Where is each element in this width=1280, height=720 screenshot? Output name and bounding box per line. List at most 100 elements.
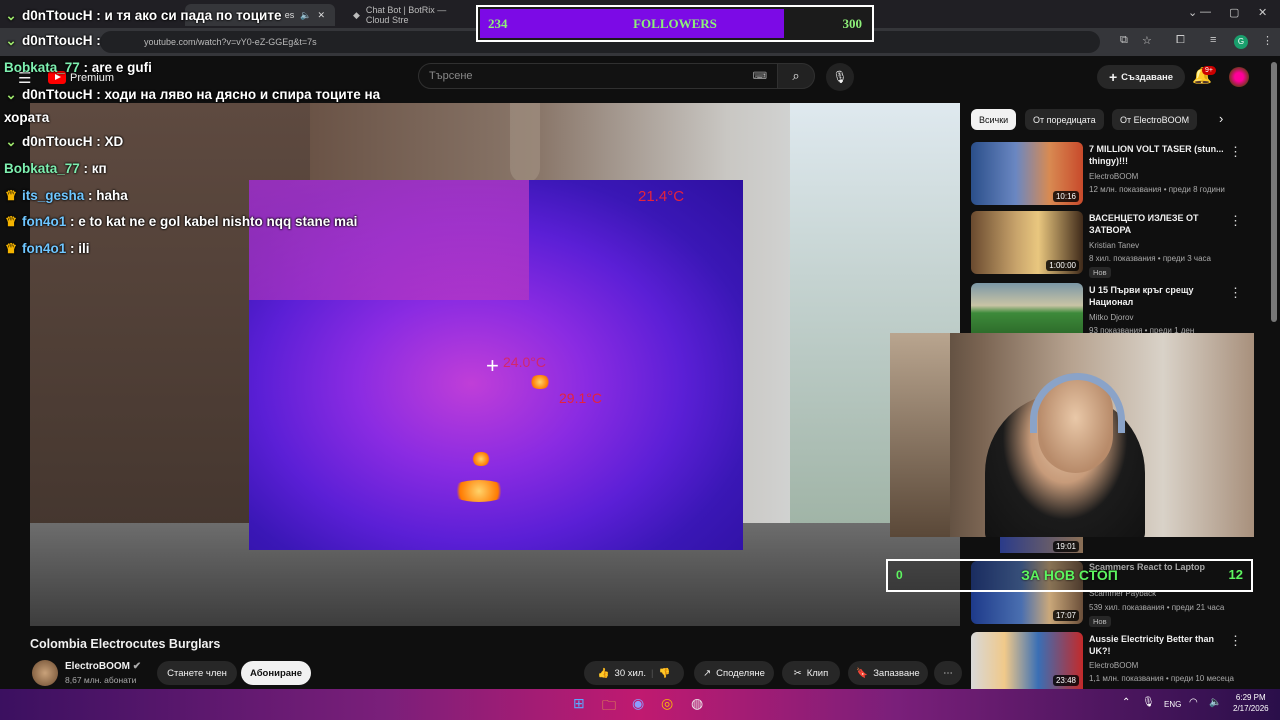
browser-tab-botrix[interactable]: ◆ Chat Bot | BotRix — Cloud Stre [343,4,478,26]
chip-channel[interactable]: От ElectroBOOM [1112,109,1198,130]
bookmark-star-icon[interactable]: ☆ [1142,34,1152,47]
volume-icon[interactable]: 🔈 [1209,697,1221,708]
rec-title-5[interactable]: Aussie Electricity Better than UK?! [1089,633,1224,657]
rec-title-1[interactable]: 7 MILLION VOLT TASER (stun... thingy)!!! [1089,143,1224,167]
chevron-badge-icon: ⌄ [5,87,17,102]
discord-icon[interactable]: ◉ [632,695,644,712]
chip-all[interactable]: Всички [971,109,1017,130]
clip-label: Клип [806,667,829,679]
minimize-button[interactable]: — [1200,6,1211,18]
save-button[interactable]: 🔖 Запазване [848,661,928,685]
subscribe-button[interactable]: Абониране [241,661,311,685]
rec-menu-icon[interactable]: ⋮ [1229,213,1242,229]
rec-channel-3[interactable]: Mitko Djorov [1089,313,1133,322]
chat-separator: : [66,241,79,256]
rec-channel-5[interactable]: ElectroBOOM [1089,661,1138,670]
language-indicator[interactable]: ENG [1164,700,1181,709]
rec-menu-icon[interactable]: ⋮ [1229,285,1242,301]
chrome-icon[interactable]: ◎ [661,695,673,712]
cast-icon[interactable]: ⧉ [1120,34,1128,47]
create-button[interactable]: + Създаване [1097,65,1185,89]
chat-separator: : [92,8,105,23]
profile-icon[interactable]: G [1234,35,1248,49]
thermal-camera-view: 21.4°C 24.0°C 29.1°C + [249,180,743,550]
verified-icon: ✔ [132,661,142,672]
chevron-right-icon[interactable]: › [1219,111,1223,126]
share-icon: ↗ [703,667,712,679]
share-button[interactable]: ↗ Споделяне [694,661,774,685]
file-explorer-icon[interactable]: 🗀 [602,695,616,719]
chat-username: fon4o1 [22,214,67,229]
like-button[interactable]: 👍 30 хил. | 👎 [584,661,684,685]
taskbar-clock[interactable]: 6:29 PM 2/17/2026 [1233,692,1269,714]
tab-title: es [284,10,295,20]
extensions-icon[interactable]: ⧠ [1176,34,1185,47]
chat-text: кп [91,161,107,176]
search-placeholder: Търсене [429,70,473,82]
search-input[interactable]: Търсене ⌨ [418,63,778,89]
maximize-button[interactable]: ▢ [1229,6,1239,19]
chat-message: ⌄ d0nTtoucH : ходи на ляво на дясно и спи… [4,87,380,103]
tray-mic-icon[interactable]: 🎙 [1142,697,1155,708]
clock-date: 2/17/2026 [1233,704,1269,713]
tab-mute-icon[interactable]: 🔈 [300,10,311,21]
rec-title-3[interactable]: U 15 Първи кръг срещу Национал [1089,284,1224,308]
stop-goal-target: 12 [1228,567,1243,582]
streamer-webcam [890,333,1254,537]
followers-label: FOLLOWERS [633,16,717,31]
chat-message: хората [4,110,49,125]
rec-channel-2[interactable]: Kristian Tanev [1089,241,1139,250]
rec-thumbnail-hidden[interactable]: 19:01 [1000,537,1083,553]
rec-title-2[interactable]: ВАСЕНЦЕТО ИЗЛЕЗЕ ОТ ЗАТВОРА [1089,212,1224,236]
rec-thumbnail-2[interactable]: 1:00:00 [971,211,1083,274]
channel-avatar[interactable] [32,660,58,686]
chat-message: ⌄ d0nTtoucH : XD [4,134,123,150]
rec-thumbnail-5[interactable]: 23:48 [971,632,1083,689]
wifi-icon[interactable]: ◠ [1189,697,1198,708]
clip-button[interactable]: ✂ Клип [782,661,840,685]
rec-meta-2: 8 хил. показвания • преди 3 часа [1089,254,1211,263]
thermal-warm-zone [249,180,529,300]
chevron-down-icon[interactable]: ⌄ [1188,6,1197,19]
media-icon[interactable]: ≡ [1210,34,1216,46]
close-button[interactable]: ✕ [1258,6,1267,19]
chat-username: fon4o1 [22,241,67,256]
thermal-reading-1: 21.4°C [638,188,685,205]
tab-close-icon[interactable]: ✕ [317,10,325,21]
stop-goal-label: ЗА НОВ СТОП [1021,567,1118,583]
chat-username: d0nTtoucH [22,134,93,149]
crown-badge-icon: ♛ [4,241,18,256]
thumbs-up-icon: 👍 [597,667,610,679]
thermal-hotspot [529,375,551,389]
chat-text: haha [96,188,128,203]
rec-menu-icon[interactable]: ⋮ [1229,144,1242,160]
followers-goal: 300 [842,16,863,31]
thermal-reading-3: 29.1°C [559,390,602,406]
keyboard-icon[interactable]: ⌨ [753,71,767,82]
account-avatar[interactable] [1229,67,1249,87]
rec-thumbnail-3[interactable] [971,283,1083,333]
rec-channel-1[interactable]: ElectroBOOM [1089,172,1138,181]
search-button[interactable]: ⌕ [777,63,815,89]
voice-search-button[interactable]: 🎙 [826,63,854,91]
thumbs-down-icon[interactable]: 👎 [658,668,670,679]
channel-name[interactable]: ElectroBOOM ✔ [65,661,141,672]
windows-start-icon[interactable]: ⊞ [573,695,585,712]
rec-duration: 10:16 [1052,191,1079,202]
more-actions-button[interactable]: ⋯ [934,661,962,685]
new-badge: Нов [1089,616,1111,627]
chat-text: e to kat ne e gol kabel nishto nqq stane… [78,214,358,229]
join-button[interactable]: Станете член [157,661,237,685]
rec-thumbnail-1[interactable]: 10:16 [971,142,1083,205]
chat-separator: : [84,188,97,203]
rec-menu-icon[interactable]: ⋮ [1229,633,1242,649]
chat-message: Bobkata_77 : кп [4,161,107,176]
chip-series[interactable]: От поредицата [1025,109,1104,130]
chat-separator: : [66,214,79,229]
page-scrollbar[interactable] [1271,62,1277,322]
obs-icon[interactable]: ◍ [691,695,703,712]
tray-chevron-icon[interactable]: ⌃ [1122,697,1130,708]
chat-username: Bobkata_77 [4,161,80,176]
menu-kebab-icon[interactable]: ⋮ [1262,34,1273,47]
chat-message: ⌄ d0nTtoucH : [4,33,100,49]
